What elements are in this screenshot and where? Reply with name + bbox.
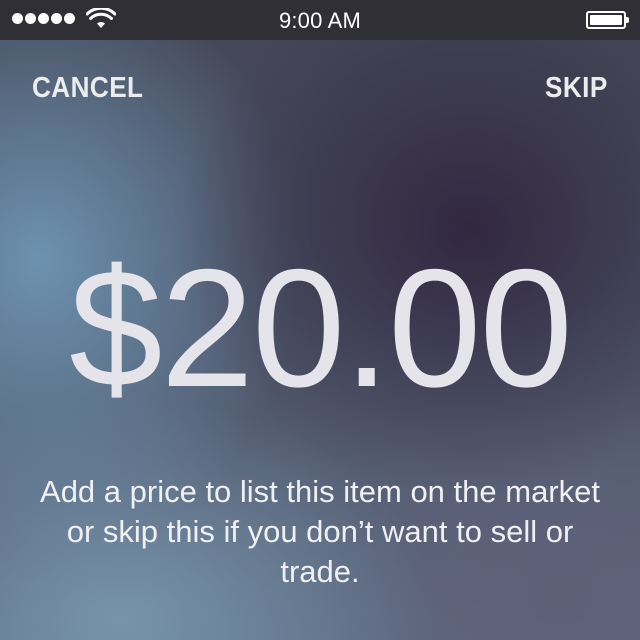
cancel-button[interactable]: CANCEL bbox=[32, 72, 143, 105]
status-bar: 9:00 AM bbox=[0, 0, 640, 40]
battery-icon bbox=[586, 11, 629, 29]
price-display[interactable]: $20.00 bbox=[0, 228, 640, 428]
instruction-text: Add a price to list this item on the mar… bbox=[40, 474, 600, 589]
status-time: 9:00 AM bbox=[278, 8, 362, 33]
skip-button[interactable]: SKIP bbox=[545, 72, 608, 105]
